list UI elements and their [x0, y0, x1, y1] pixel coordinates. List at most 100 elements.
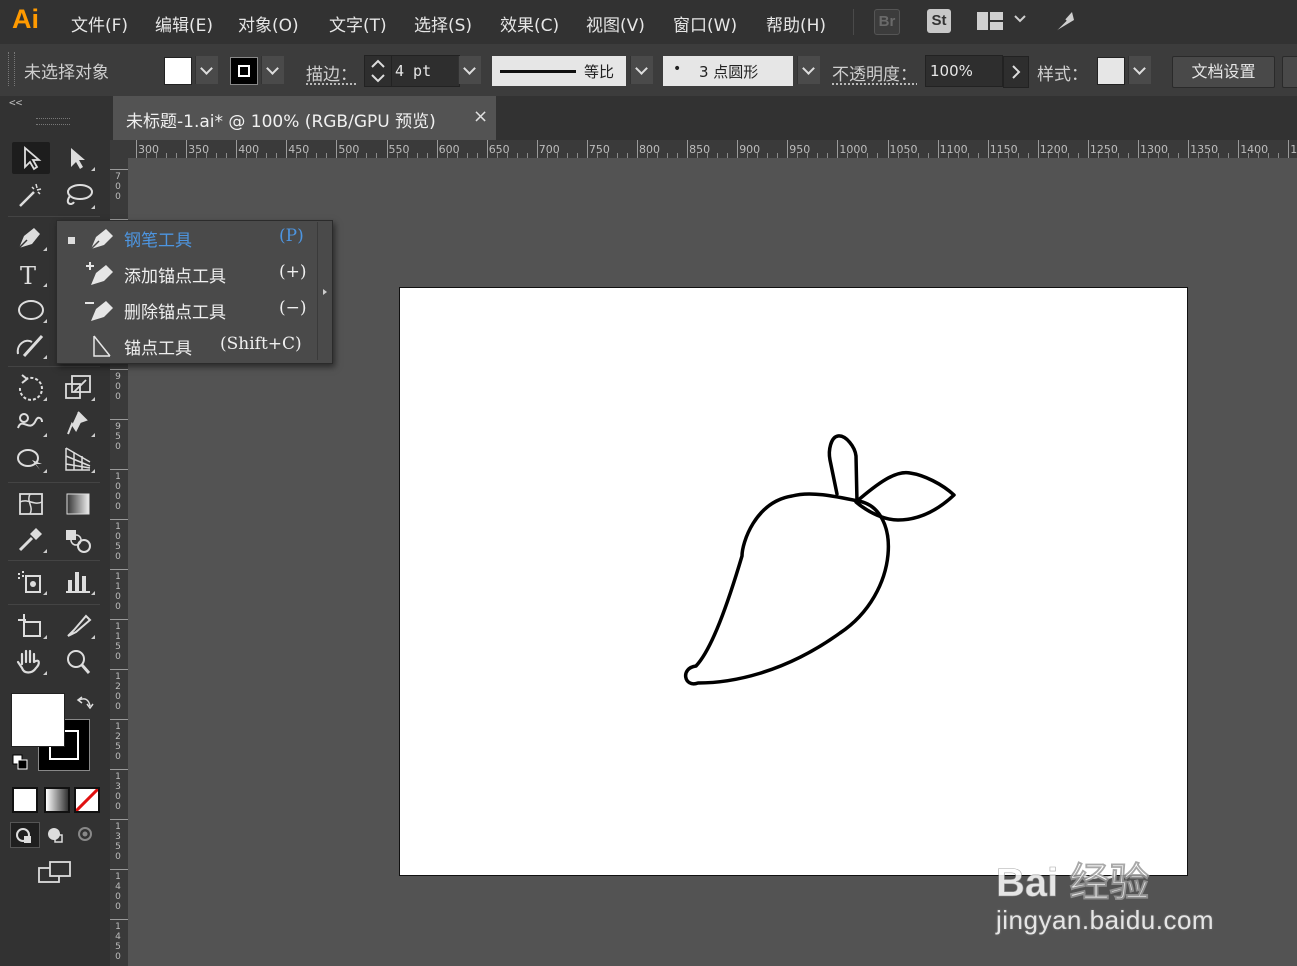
menu-type[interactable]: 文字(T) — [329, 11, 387, 36]
ruler-tick — [487, 140, 488, 158]
direct-selection-tool[interactable] — [60, 142, 98, 174]
scale-tool[interactable] — [60, 372, 98, 404]
blend-tool[interactable] — [60, 524, 98, 556]
flyout-item-anchor-point[interactable]: 锚点工具 (Shift+C) — [56, 328, 316, 364]
menu-view[interactable]: 视图(V) — [586, 11, 645, 36]
bridge-icon[interactable]: Br — [874, 9, 900, 35]
flyout-label-add-anchor: 添加锚点工具 — [124, 262, 226, 287]
collapse-panel-icon[interactable]: << — [9, 96, 22, 109]
preferences-button[interactable] — [1282, 56, 1297, 88]
rotate-tool[interactable] — [12, 372, 50, 404]
menu-help[interactable]: 帮助(H) — [766, 11, 826, 36]
ellipse-tool[interactable] — [12, 294, 50, 326]
feather-icon[interactable] — [1050, 8, 1078, 36]
ruler-tick — [110, 519, 128, 520]
graphic-style-dropdown[interactable] — [1128, 56, 1151, 84]
gradient-tool[interactable] — [60, 488, 98, 520]
fill-color-box[interactable] — [11, 693, 65, 747]
variable-width-profile[interactable]: 等比 — [492, 56, 626, 86]
hand-tool[interactable] — [12, 646, 50, 678]
control-bar-grip[interactable] — [8, 52, 15, 86]
default-colors-icon[interactable] — [12, 754, 28, 770]
opacity-input[interactable]: 100% — [925, 55, 1003, 87]
brush-definition[interactable]: • 3 点圆形 — [663, 56, 793, 86]
document-setup-button[interactable]: 文档设置 — [1172, 56, 1275, 88]
stroke-stepper[interactable] — [364, 55, 392, 87]
menu-select[interactable]: 选择(S) — [414, 11, 472, 36]
ruler-tick — [988, 140, 989, 158]
tearoff-arrow-icon[interactable] — [323, 289, 327, 295]
panel-grip[interactable] — [36, 118, 70, 125]
symbol-sprayer-tool[interactable] — [12, 566, 50, 598]
chevron-down-icon[interactable] — [1013, 11, 1027, 25]
ruler-tick — [687, 140, 688, 158]
flyout-shortcut-add-anchor: (+) — [279, 262, 307, 282]
ruler-tick — [537, 140, 538, 158]
ruler-label: 1150 — [990, 143, 1018, 156]
ruler-label: 1100 — [940, 143, 968, 156]
gradient-mode-icon[interactable] — [44, 787, 70, 813]
ruler-label: 350 — [188, 143, 209, 156]
ruler-label: 1200 — [1040, 143, 1068, 156]
profile-dropdown[interactable] — [630, 56, 653, 84]
stroke-dropdown[interactable] — [261, 56, 284, 84]
paintbrush-tool[interactable] — [12, 330, 50, 362]
stock-icon[interactable]: St — [927, 9, 951, 33]
draw-inside-icon[interactable] — [72, 822, 100, 846]
stroke-label[interactable]: 描边： — [306, 60, 357, 85]
brush-dropdown[interactable] — [797, 56, 820, 84]
menu-effect[interactable]: 效果(C) — [500, 11, 559, 36]
ruler-tick — [1238, 140, 1239, 158]
column-graph-tool[interactable] — [60, 566, 98, 598]
tools-divider — [8, 366, 100, 367]
ruler-origin[interactable] — [110, 140, 129, 159]
workspace-switcher-icon[interactable] — [977, 12, 1003, 30]
screen-mode-icon[interactable] — [38, 860, 72, 886]
fill-dropdown[interactable] — [195, 56, 218, 84]
flyout-item-pen[interactable]: 钢笔工具 (P) — [56, 220, 316, 256]
artboard-tool[interactable] — [12, 610, 50, 642]
shape-builder-tool[interactable] — [12, 444, 50, 476]
ruler-label: 950 — [113, 422, 123, 452]
menu-object[interactable]: 对象(O) — [238, 11, 299, 36]
menu-file[interactable]: 文件(F) — [71, 11, 128, 36]
type-tool[interactable]: T — [12, 258, 50, 290]
none-mode-icon[interactable] — [74, 787, 100, 813]
ruler-label: 1050 — [890, 143, 918, 156]
mesh-tool[interactable] — [12, 488, 50, 520]
mango-drawing[interactable] — [400, 288, 1187, 875]
ruler-tick — [236, 140, 237, 158]
pen-tool[interactable] — [12, 222, 50, 254]
horizontal-ruler[interactable]: 300 350 400 450 500 550 600 650 700 750 800 850 900 9… — [128, 140, 1297, 159]
perspective-grid-tool[interactable] — [60, 444, 98, 476]
opacity-expand-button[interactable] — [1003, 56, 1029, 88]
artboard[interactable] — [399, 287, 1188, 876]
graphic-style-swatch[interactable] — [1097, 57, 1125, 85]
swap-colors-icon[interactable] — [76, 694, 94, 712]
profile-label: 等比 — [584, 61, 614, 82]
fill-swatch[interactable] — [164, 57, 192, 85]
color-mode-icon[interactable] — [12, 787, 38, 813]
eyedropper-tool[interactable] — [12, 524, 50, 556]
stroke-swatch[interactable] — [230, 57, 258, 85]
menu-edit[interactable]: 编辑(E) — [155, 11, 213, 36]
ruler-tick — [136, 140, 137, 158]
menu-window[interactable]: 窗口(W) — [673, 11, 737, 36]
magic-wand-tool[interactable] — [12, 180, 50, 212]
selection-tool[interactable] — [12, 142, 50, 174]
opacity-label[interactable]: 不透明度： — [832, 60, 917, 85]
flyout-item-delete-anchor[interactable]: 删除锚点工具 (−) — [56, 292, 316, 328]
stroke-weight-input[interactable]: 4 pt — [391, 55, 460, 87]
document-tab-title[interactable]: 未标题-1.ai* @ 100% (RGB/GPU 预览) — [126, 107, 436, 132]
flyout-item-add-anchor[interactable]: 添加锚点工具 (+) — [56, 256, 316, 292]
add-anchor-icon — [84, 260, 116, 292]
zoom-tool[interactable] — [60, 646, 98, 678]
draw-behind-icon[interactable] — [42, 822, 70, 846]
puppet-warp-tool[interactable] — [60, 408, 98, 440]
close-icon[interactable]: × — [473, 106, 488, 127]
lasso-tool[interactable] — [60, 180, 98, 212]
slice-tool[interactable] — [60, 610, 98, 642]
draw-normal-icon[interactable] — [10, 822, 40, 848]
warp-tool[interactable] — [12, 408, 50, 440]
stroke-weight-dropdown[interactable] — [458, 56, 481, 84]
